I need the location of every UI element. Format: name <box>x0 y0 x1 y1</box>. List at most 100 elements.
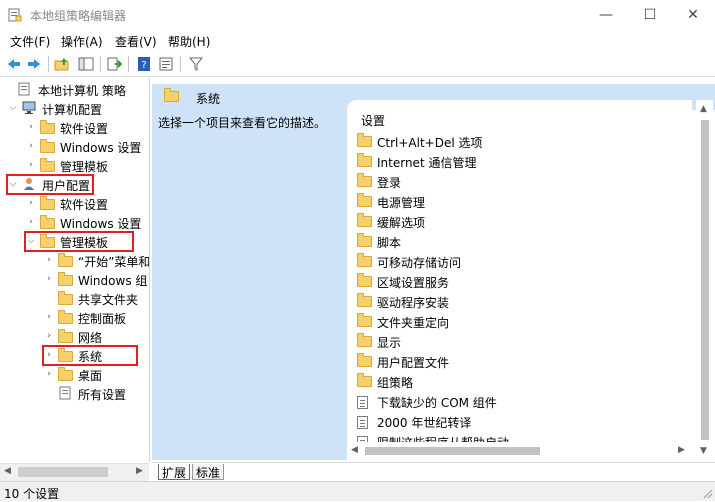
tree-item-label: 所有设置 <box>78 388 127 402</box>
menu-action[interactable]: 操作(A) <box>61 33 103 50</box>
close-button[interactable]: ✕ <box>677 4 709 26</box>
column-header-settings[interactable]: 设置 <box>361 112 385 129</box>
toolbar: ? <box>0 52 715 77</box>
tree-item-label: 计算机配置 <box>42 103 103 117</box>
chevron-right-icon[interactable]: › <box>44 311 54 323</box>
tree-item[interactable]: › 软件设置 <box>0 118 149 137</box>
list-item-label: Internet 通信管理 <box>377 156 477 170</box>
list-item-label: 脚本 <box>377 236 402 250</box>
folder-icon <box>357 373 372 390</box>
forward-arrow-icon[interactable] <box>26 56 42 72</box>
folder-icon <box>357 153 372 170</box>
list-item-label: 驱动程序安装 <box>377 296 450 310</box>
detail-pane: 系统 选择一个项目来查看它的描述。 设置 Ctrl+Alt+Del 选项 Inte… <box>152 78 715 481</box>
tree-item[interactable]: › 桌面 <box>0 365 149 384</box>
folder-icon <box>58 272 74 289</box>
scroll-right-icon[interactable]: ▶ <box>136 466 143 476</box>
view-tabs: 扩展 标准 <box>152 462 715 481</box>
help-icon[interactable]: ? <box>136 56 152 72</box>
settings-list: 设置 Ctrl+Alt+Del 选项 Internet 通信管理 登录 电源管理 缓解选… <box>347 100 692 460</box>
maximize-button[interactable]: ☐ <box>634 4 666 26</box>
folder-up-icon[interactable] <box>54 56 70 72</box>
highlight-box <box>6 174 94 195</box>
chevron-down-icon[interactable]: ⌵ <box>8 102 18 114</box>
list-item-label: Ctrl+Alt+Del 选项 <box>377 136 483 150</box>
properties-icon[interactable] <box>158 56 174 72</box>
show-hide-tree-icon[interactable] <box>78 56 94 72</box>
folder-icon <box>357 313 372 330</box>
scroll-thumb[interactable] <box>365 447 540 455</box>
list-vertical-scrollbar[interactable]: ▲ ▼ <box>696 100 713 460</box>
folder-icon <box>357 233 372 250</box>
folder-icon <box>58 367 74 384</box>
folder-icon <box>357 253 372 270</box>
list-item-label: 下载缺少的 COM 组件 <box>377 396 497 410</box>
list-item-label: 电源管理 <box>377 196 426 210</box>
tree-item[interactable]: › 网络 <box>0 327 149 346</box>
chevron-right-icon[interactable]: › <box>44 254 54 266</box>
chevron-right-icon[interactable]: › <box>26 159 36 171</box>
tree-item[interactable]: 所有设置 <box>0 384 149 403</box>
scroll-right-icon[interactable]: ▶ <box>678 445 685 455</box>
highlight-box <box>42 345 138 366</box>
minimize-button[interactable]: — <box>590 4 622 26</box>
all-settings-icon <box>58 386 74 400</box>
chevron-right-icon[interactable]: › <box>44 330 54 342</box>
tree-item[interactable]: › 控制面板 <box>0 308 149 327</box>
chevron-right-icon[interactable]: › <box>26 121 36 133</box>
tree-item[interactable]: ⌵ 计算机配置 <box>0 99 149 118</box>
scroll-down-icon[interactable]: ▼ <box>700 446 707 456</box>
list-item-label: 显示 <box>377 336 402 350</box>
scroll-left-icon[interactable]: ◀ <box>351 445 358 455</box>
filter-icon[interactable] <box>188 56 204 72</box>
tree-item[interactable]: › Windows 设置 <box>0 213 149 232</box>
tree-item[interactable]: › 管理模板 <box>0 156 149 175</box>
tab-extended[interactable]: 扩展 <box>158 464 191 480</box>
menu-file[interactable]: 文件(F) <box>10 33 50 50</box>
menu-help[interactable]: 帮助(H) <box>168 33 210 50</box>
chevron-down-icon[interactable] <box>4 83 14 95</box>
scroll-thumb[interactable] <box>701 120 709 440</box>
policy-icon <box>18 82 34 96</box>
back-arrow-icon[interactable] <box>6 56 22 72</box>
folder-icon <box>58 329 74 346</box>
folder-icon <box>357 173 372 190</box>
list-item-label: 可移动存储访问 <box>377 256 462 270</box>
tree-horizontal-scrollbar[interactable]: ◀ ▶ <box>0 463 149 481</box>
scroll-left-icon[interactable]: ◀ <box>4 466 11 476</box>
svg-text:?: ? <box>141 60 146 71</box>
tree-item-label: Windows 设置 <box>60 217 142 231</box>
folder-icon <box>357 353 372 370</box>
scroll-thumb[interactable] <box>18 467 108 477</box>
chevron-right-icon[interactable]: › <box>26 216 36 228</box>
status-bar: 10 个设置 <box>0 481 715 501</box>
tree-item[interactable]: › 软件设置 <box>0 194 149 213</box>
chevron-right-icon[interactable]: › <box>26 197 36 209</box>
tree-item[interactable]: 本地计算机 策略 <box>0 80 149 99</box>
chevron-right-icon[interactable]: › <box>26 140 36 152</box>
export-list-icon[interactable] <box>106 56 122 72</box>
status-text: 10 个设置 <box>4 487 60 501</box>
menu-view[interactable]: 查看(V) <box>115 33 157 50</box>
resize-grip-icon[interactable] <box>703 489 713 499</box>
tree-item[interactable]: › Windows 设置 <box>0 137 149 156</box>
list-horizontal-scrollbar[interactable]: ◀ ▶ <box>347 442 692 459</box>
tree-item[interactable]: › “开始”菜单和 <box>0 251 149 270</box>
chevron-right-icon[interactable]: › <box>44 368 54 380</box>
tree-item-label: 软件设置 <box>60 122 109 136</box>
list-item-label: 文件夹重定向 <box>377 316 450 330</box>
chevron-right-icon[interactable]: › <box>44 273 54 285</box>
tree-item-label: “开始”菜单和 <box>78 255 150 269</box>
policy-tree: 本地计算机 策略 ⌵ 计算机配置 › 软件设置 › Windows 设置 › 管理模板 ⌵ 用户配置… <box>0 78 150 462</box>
setting-document-icon <box>357 396 368 412</box>
tab-standard[interactable]: 标准 <box>192 464 225 480</box>
scroll-up-icon[interactable]: ▲ <box>700 104 707 114</box>
folder-icon <box>58 310 74 327</box>
window-title: 本地组策略编辑器 <box>30 9 127 23</box>
list-item-label: 登录 <box>377 176 402 190</box>
tree-item[interactable]: › Windows 组 <box>0 270 149 289</box>
tree-item[interactable]: 共享文件夹 <box>0 289 149 308</box>
folder-icon <box>40 196 56 213</box>
tree-item-label: 控制面板 <box>78 312 127 326</box>
tree-item-label: Windows 组 <box>78 274 148 288</box>
